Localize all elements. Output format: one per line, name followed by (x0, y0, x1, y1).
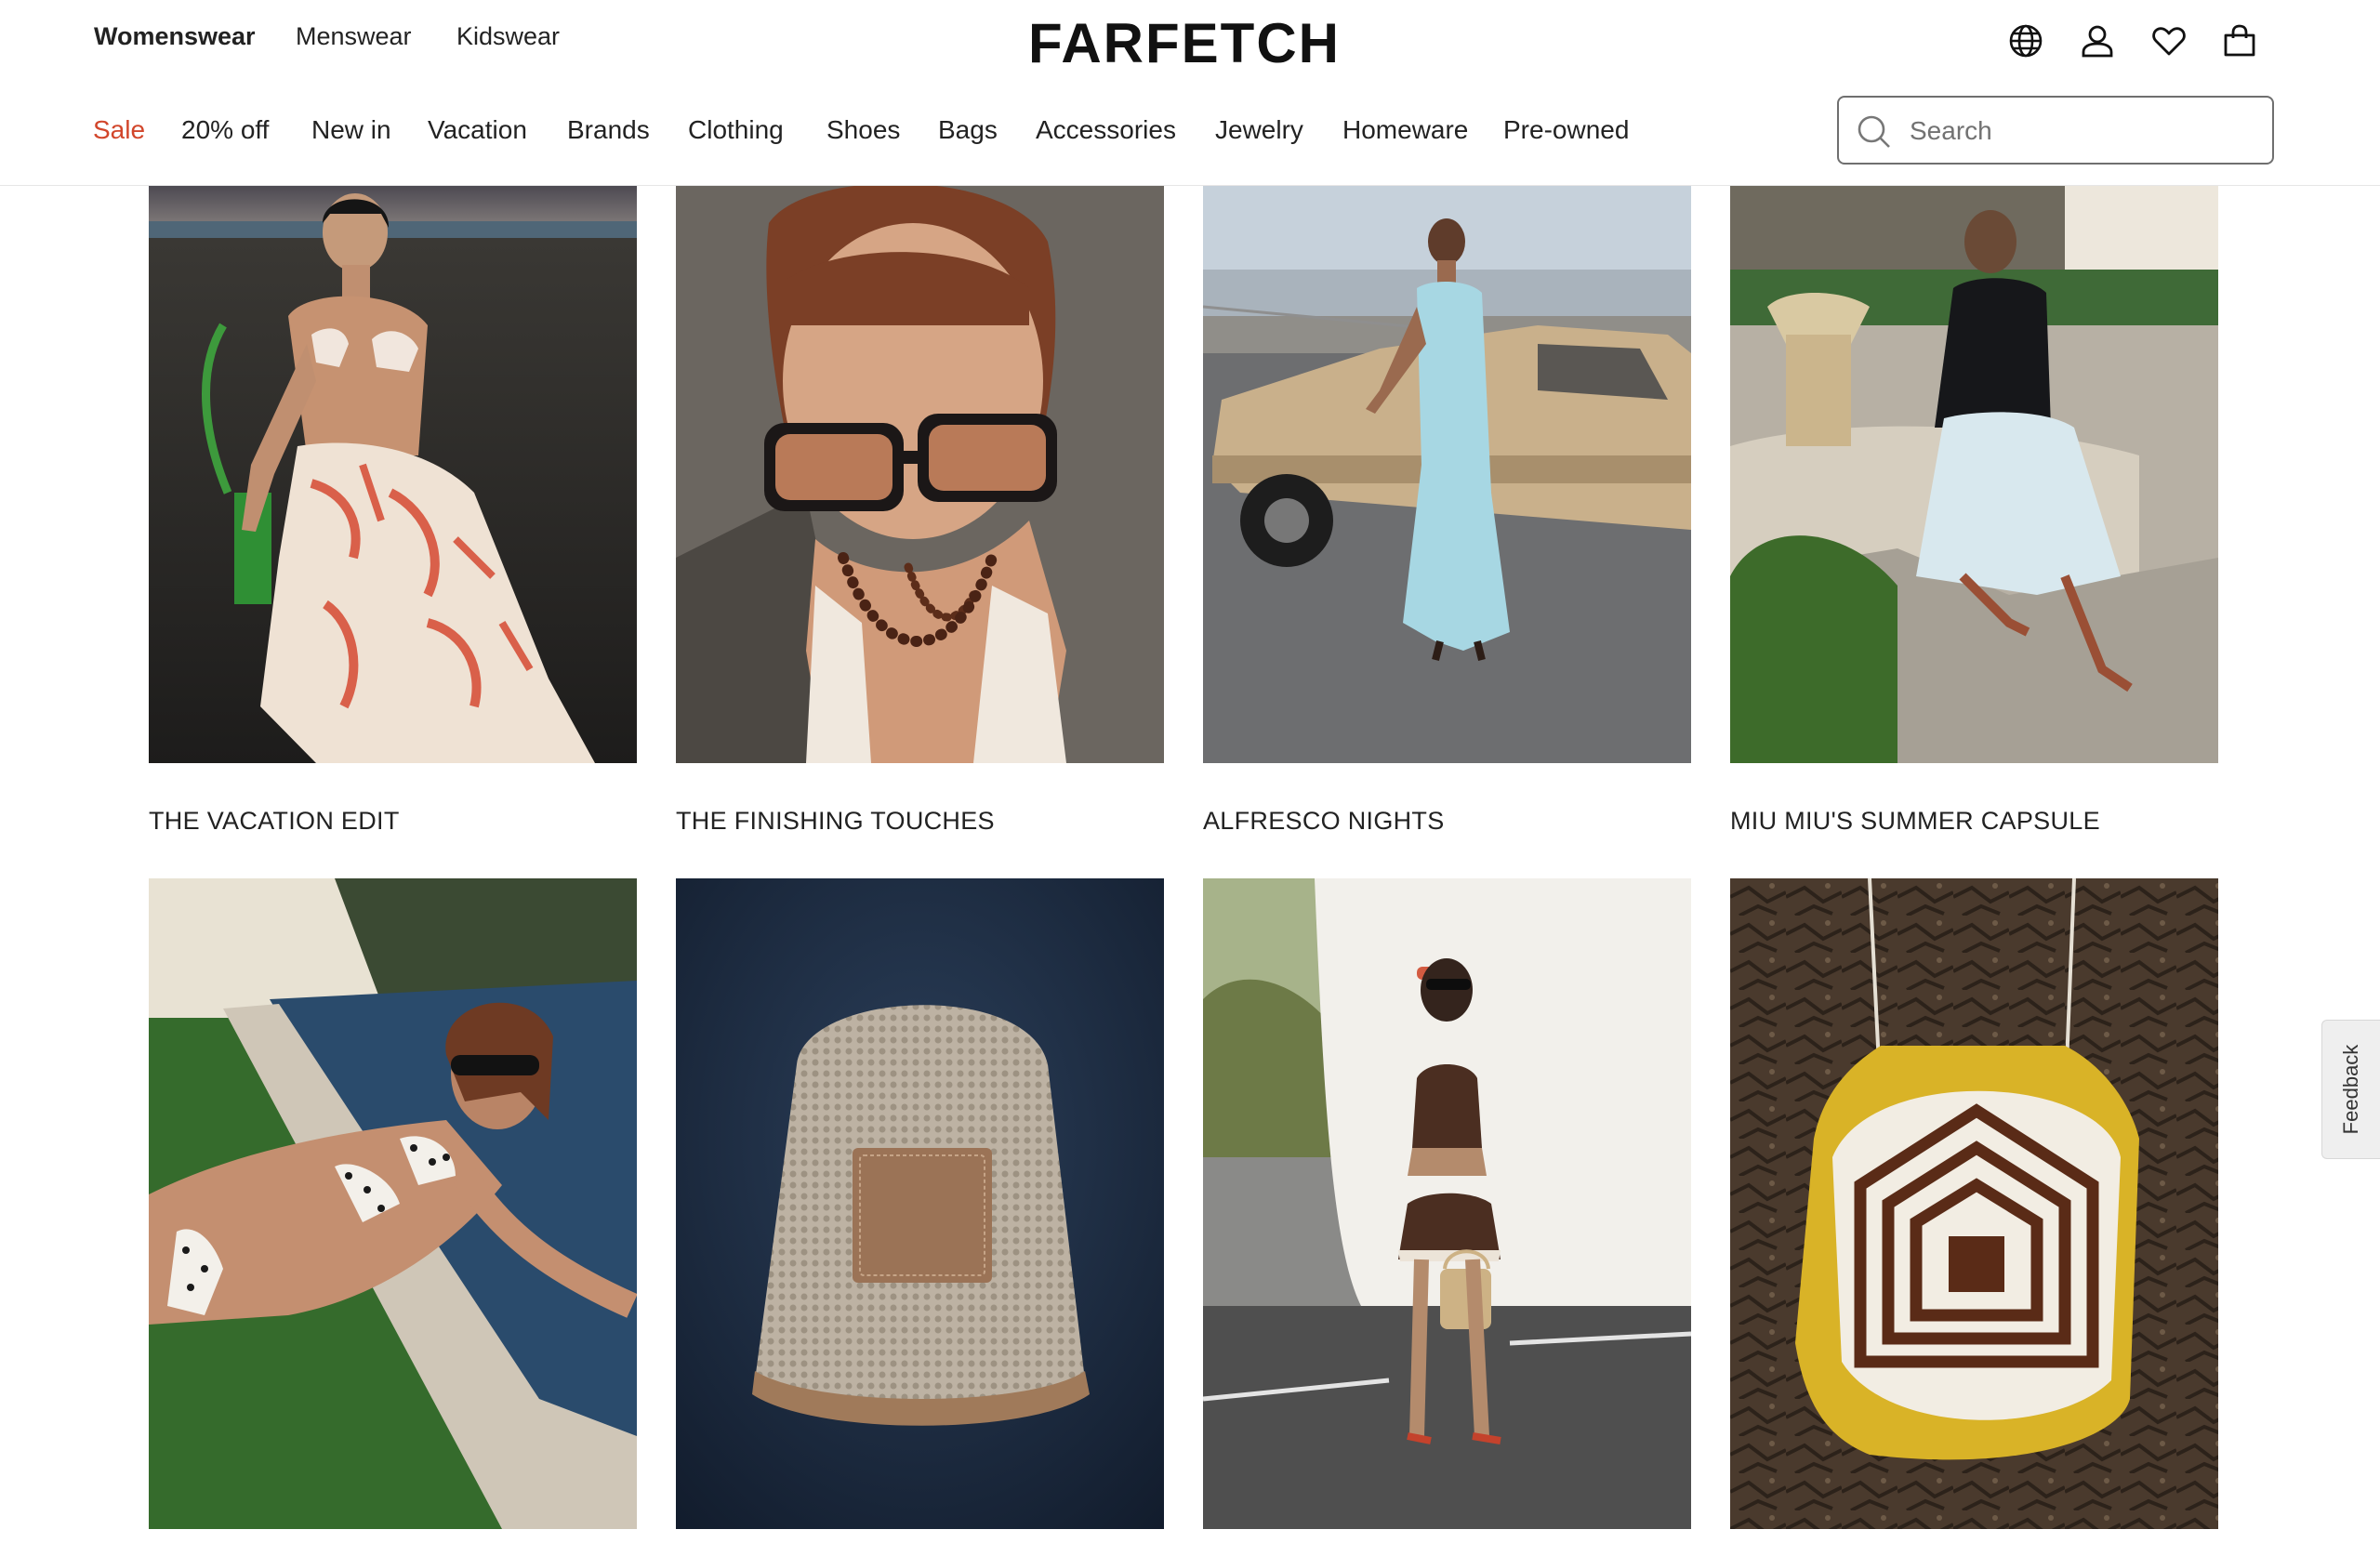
editorial-image-striped-bag[interactable] (1730, 878, 2218, 1529)
feedback-label: Feedback (2339, 1044, 2362, 1135)
nav-homeware[interactable]: Homeware (1342, 115, 1468, 145)
nav-sale[interactable]: Sale (93, 115, 145, 145)
nav-bags[interactable]: Bags (938, 115, 998, 145)
nav-brands[interactable]: Brands (567, 115, 650, 145)
nav-new-in[interactable]: New in (311, 115, 391, 145)
search-box[interactable] (1837, 96, 2274, 165)
nav-accessories[interactable]: Accessories (1036, 115, 1176, 145)
globe-icon[interactable] (2005, 20, 2046, 61)
nav-pre-owned[interactable]: Pre-owned (1503, 115, 1629, 145)
shopping-bag-icon[interactable] (2219, 20, 2260, 61)
nav-vacation[interactable]: Vacation (428, 115, 527, 145)
editorial-image-crochet-hat[interactable] (676, 878, 1164, 1529)
editorial-title-vacation-edit[interactable]: THE VACATION EDIT (149, 807, 400, 836)
editorial-image-finishing-touches[interactable] (676, 186, 1164, 763)
feedback-tab[interactable]: Feedback (2321, 1020, 2380, 1159)
nav-shoes[interactable]: Shoes (826, 115, 900, 145)
editorial-image-alfresco-nights[interactable] (1203, 186, 1691, 763)
search-input[interactable] (1908, 111, 2255, 152)
nav-20-off[interactable]: 20% off (181, 115, 269, 145)
nav-clothing[interactable]: Clothing (688, 115, 784, 145)
nav-jewelry[interactable]: Jewelry (1215, 115, 1303, 145)
editorial-image-brown-print-set[interactable] (1203, 878, 1691, 1529)
editorial-title-miu-miu-summer-capsule[interactable]: MIU MIU'S SUMMER CAPSULE (1730, 807, 2100, 836)
editorial-image-vacation-edit[interactable] (149, 186, 637, 763)
editorial-title-alfresco-nights[interactable]: ALFRESCO NIGHTS (1203, 807, 1445, 836)
wishlist-heart-icon[interactable] (2149, 20, 2189, 61)
editorial-title-finishing-touches[interactable]: THE FINISHING TOUCHES (676, 807, 995, 836)
search-icon (1858, 115, 1890, 148)
account-icon[interactable] (2077, 20, 2118, 61)
editorial-image-miu-miu-summer-capsule[interactable] (1730, 186, 2218, 763)
editorial-image-poolside[interactable] (149, 878, 637, 1529)
